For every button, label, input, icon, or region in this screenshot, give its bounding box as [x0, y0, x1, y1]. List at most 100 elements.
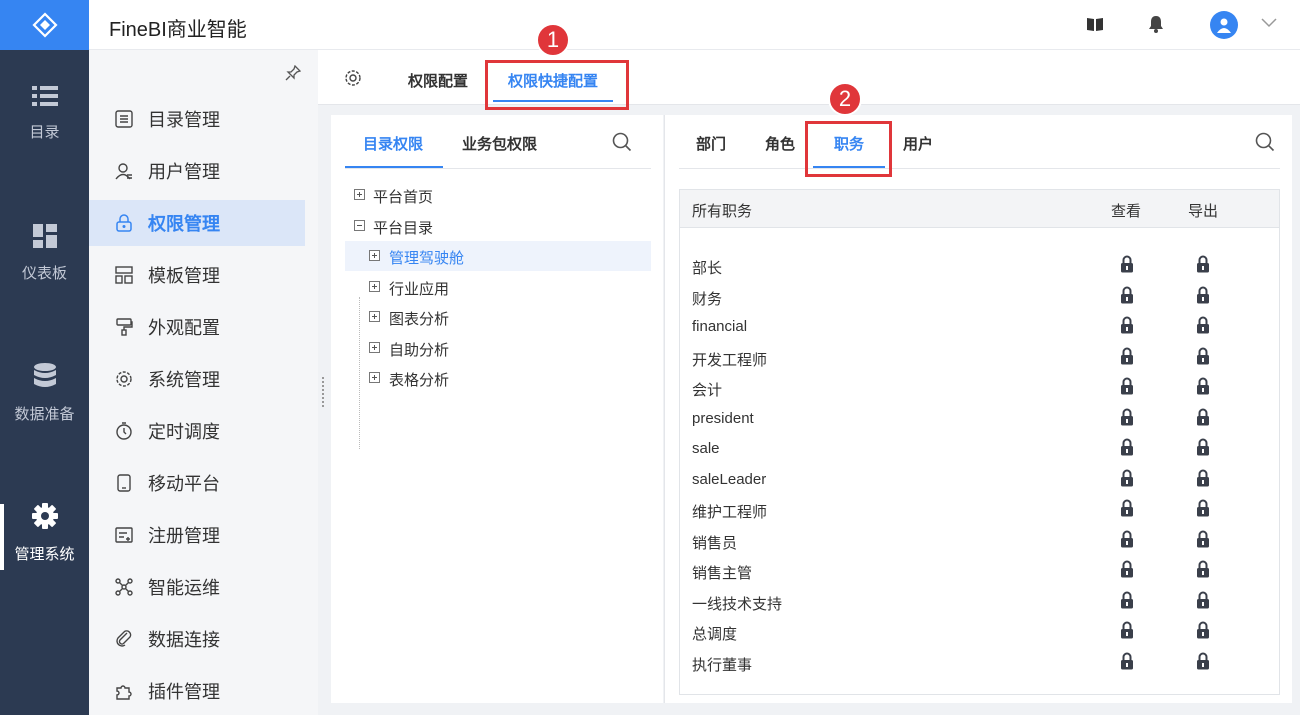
- view-permission-lock-icon[interactable]: [1120, 377, 1134, 399]
- export-permission-lock-icon[interactable]: [1196, 438, 1210, 460]
- tab-user[interactable]: 用户: [903, 133, 933, 154]
- export-permission-lock-icon[interactable]: [1196, 499, 1210, 521]
- template-icon: [115, 266, 133, 284]
- table-row: 一线技术支持: [680, 587, 1279, 617]
- search-icon[interactable]: [612, 132, 632, 152]
- sidebar-item-template-management[interactable]: 模板管理: [89, 252, 305, 298]
- tab-role[interactable]: 角色: [765, 133, 795, 154]
- expand-icon[interactable]: [369, 342, 380, 353]
- table-row: sale: [680, 434, 1279, 464]
- export-permission-lock-icon[interactable]: [1196, 530, 1210, 552]
- collapse-icon[interactable]: [354, 220, 365, 231]
- subtab-divider: [679, 168, 1280, 169]
- expand-icon[interactable]: [354, 189, 365, 200]
- expand-icon[interactable]: [369, 281, 380, 292]
- rail-item-catalog[interactable]: 目录: [0, 58, 89, 168]
- main-content: 权限配置 权限快捷配置 目录权限 业务包权限 平台首页 平台目录 管理驾驶舱 行…: [318, 23, 1300, 715]
- table-row: 销售主管: [680, 556, 1279, 586]
- annotation-badge-2: 2: [828, 82, 862, 116]
- sidebar-item-appearance-config[interactable]: 外观配置: [89, 304, 305, 350]
- header-view: 查看: [1111, 203, 1142, 220]
- tree-item-selected[interactable]: 管理驾驶舱: [345, 241, 651, 271]
- tree-item[interactable]: 平台首页: [345, 180, 651, 210]
- position-name: financial: [692, 318, 748, 335]
- left-rail: 目录 仪表板 数据准备 管理系统: [0, 0, 89, 715]
- app-logo[interactable]: [0, 0, 89, 50]
- position-name: 一线技术支持: [692, 595, 783, 613]
- sidebar-item-permission-management[interactable]: 权限管理: [89, 200, 305, 246]
- tree-item[interactable]: 平台目录: [345, 211, 651, 241]
- view-permission-lock-icon[interactable]: [1120, 469, 1134, 491]
- annotation-box-2: [805, 121, 892, 177]
- export-permission-lock-icon[interactable]: [1196, 316, 1210, 338]
- rail-item-data-prep[interactable]: 数据准备: [0, 338, 89, 448]
- sidebar-item-user-management[interactable]: 用户管理: [89, 148, 305, 194]
- expand-icon[interactable]: [369, 372, 380, 383]
- tab-department[interactable]: 部门: [696, 133, 726, 154]
- view-permission-lock-icon[interactable]: [1120, 591, 1134, 613]
- sidebar-item-smart-ops[interactable]: 智能运维: [89, 564, 305, 610]
- expand-icon[interactable]: [369, 311, 380, 322]
- export-permission-lock-icon[interactable]: [1196, 591, 1210, 613]
- tree-item[interactable]: 自助分析: [345, 333, 651, 363]
- sidebar-item-scheduled-tasks[interactable]: 定时调度: [89, 408, 305, 454]
- position-name: 销售员: [692, 534, 738, 552]
- export-permission-lock-icon[interactable]: [1196, 377, 1210, 399]
- view-permission-lock-icon[interactable]: [1120, 438, 1134, 460]
- avatar[interactable]: [1210, 11, 1238, 39]
- tree-item[interactable]: 行业应用: [345, 272, 651, 302]
- sidebar-item-registration-management[interactable]: 注册管理: [89, 512, 305, 558]
- export-permission-lock-icon[interactable]: [1196, 286, 1210, 308]
- chevron-down-icon[interactable]: [1261, 18, 1277, 28]
- search-icon[interactable]: [1255, 132, 1275, 152]
- pin-icon[interactable]: [285, 65, 301, 81]
- settings-gear-icon[interactable]: [344, 69, 362, 87]
- link-icon: [116, 630, 132, 647]
- export-permission-lock-icon[interactable]: [1196, 469, 1210, 491]
- dashboard-icon: [32, 223, 57, 248]
- catalog-icon: [115, 110, 133, 128]
- book-icon[interactable]: [1086, 15, 1104, 33]
- header-export: 导出: [1188, 203, 1219, 220]
- position-name: 财务: [692, 290, 723, 308]
- expand-icon[interactable]: [369, 250, 380, 261]
- resize-handle-left[interactable]: [321, 376, 327, 407]
- view-permission-lock-icon[interactable]: [1120, 316, 1134, 338]
- position-name: 维护工程师: [692, 504, 768, 521]
- rail-item-dashboard[interactable]: 仪表板: [0, 198, 89, 308]
- view-permission-lock-icon[interactable]: [1120, 255, 1134, 277]
- tab-package-permission[interactable]: 业务包权限: [462, 133, 537, 154]
- export-permission-lock-icon[interactable]: [1196, 347, 1210, 369]
- sidebar-item-plugin-management[interactable]: 插件管理: [89, 668, 305, 714]
- sidebar-item-mobile-platform[interactable]: 移动平台: [89, 460, 305, 506]
- tab-permission-config[interactable]: 权限配置: [408, 70, 468, 91]
- tree-item[interactable]: 表格分析: [345, 363, 651, 393]
- bell-icon[interactable]: [1148, 15, 1164, 33]
- export-permission-lock-icon[interactable]: [1196, 255, 1210, 277]
- view-permission-lock-icon[interactable]: [1120, 347, 1134, 369]
- register-icon: [115, 527, 133, 543]
- database-icon: [33, 362, 56, 387]
- export-permission-lock-icon[interactable]: [1196, 621, 1210, 643]
- view-permission-lock-icon[interactable]: [1120, 621, 1134, 643]
- export-permission-lock-icon[interactable]: [1196, 560, 1210, 582]
- app-title: FineBI商业智能: [109, 19, 247, 41]
- sidebar-item-catalog-management[interactable]: 目录管理: [89, 96, 305, 142]
- position-permission-table: 所有职务 查看 导出 部长 财务 financial 开发工程师 会计 president…: [679, 189, 1280, 695]
- rail-item-admin-system[interactable]: 管理系统: [0, 478, 89, 588]
- user-avatar-icon: [1217, 18, 1231, 33]
- export-permission-lock-icon[interactable]: [1196, 652, 1210, 674]
- view-permission-lock-icon[interactable]: [1120, 560, 1134, 582]
- sidebar-item-system-management[interactable]: 系统管理: [89, 356, 305, 402]
- view-permission-lock-icon[interactable]: [1120, 408, 1134, 430]
- tree-item[interactable]: 图表分析: [345, 302, 651, 332]
- view-permission-lock-icon[interactable]: [1120, 286, 1134, 308]
- export-permission-lock-icon[interactable]: [1196, 408, 1210, 430]
- sidebar-item-data-connection[interactable]: 数据连接: [89, 616, 305, 662]
- tab-catalog-permission[interactable]: 目录权限: [363, 133, 423, 154]
- view-permission-lock-icon[interactable]: [1120, 652, 1134, 674]
- view-permission-lock-icon[interactable]: [1120, 499, 1134, 521]
- position-name: sale: [692, 440, 720, 457]
- view-permission-lock-icon[interactable]: [1120, 530, 1134, 552]
- mobile-icon: [117, 474, 131, 492]
